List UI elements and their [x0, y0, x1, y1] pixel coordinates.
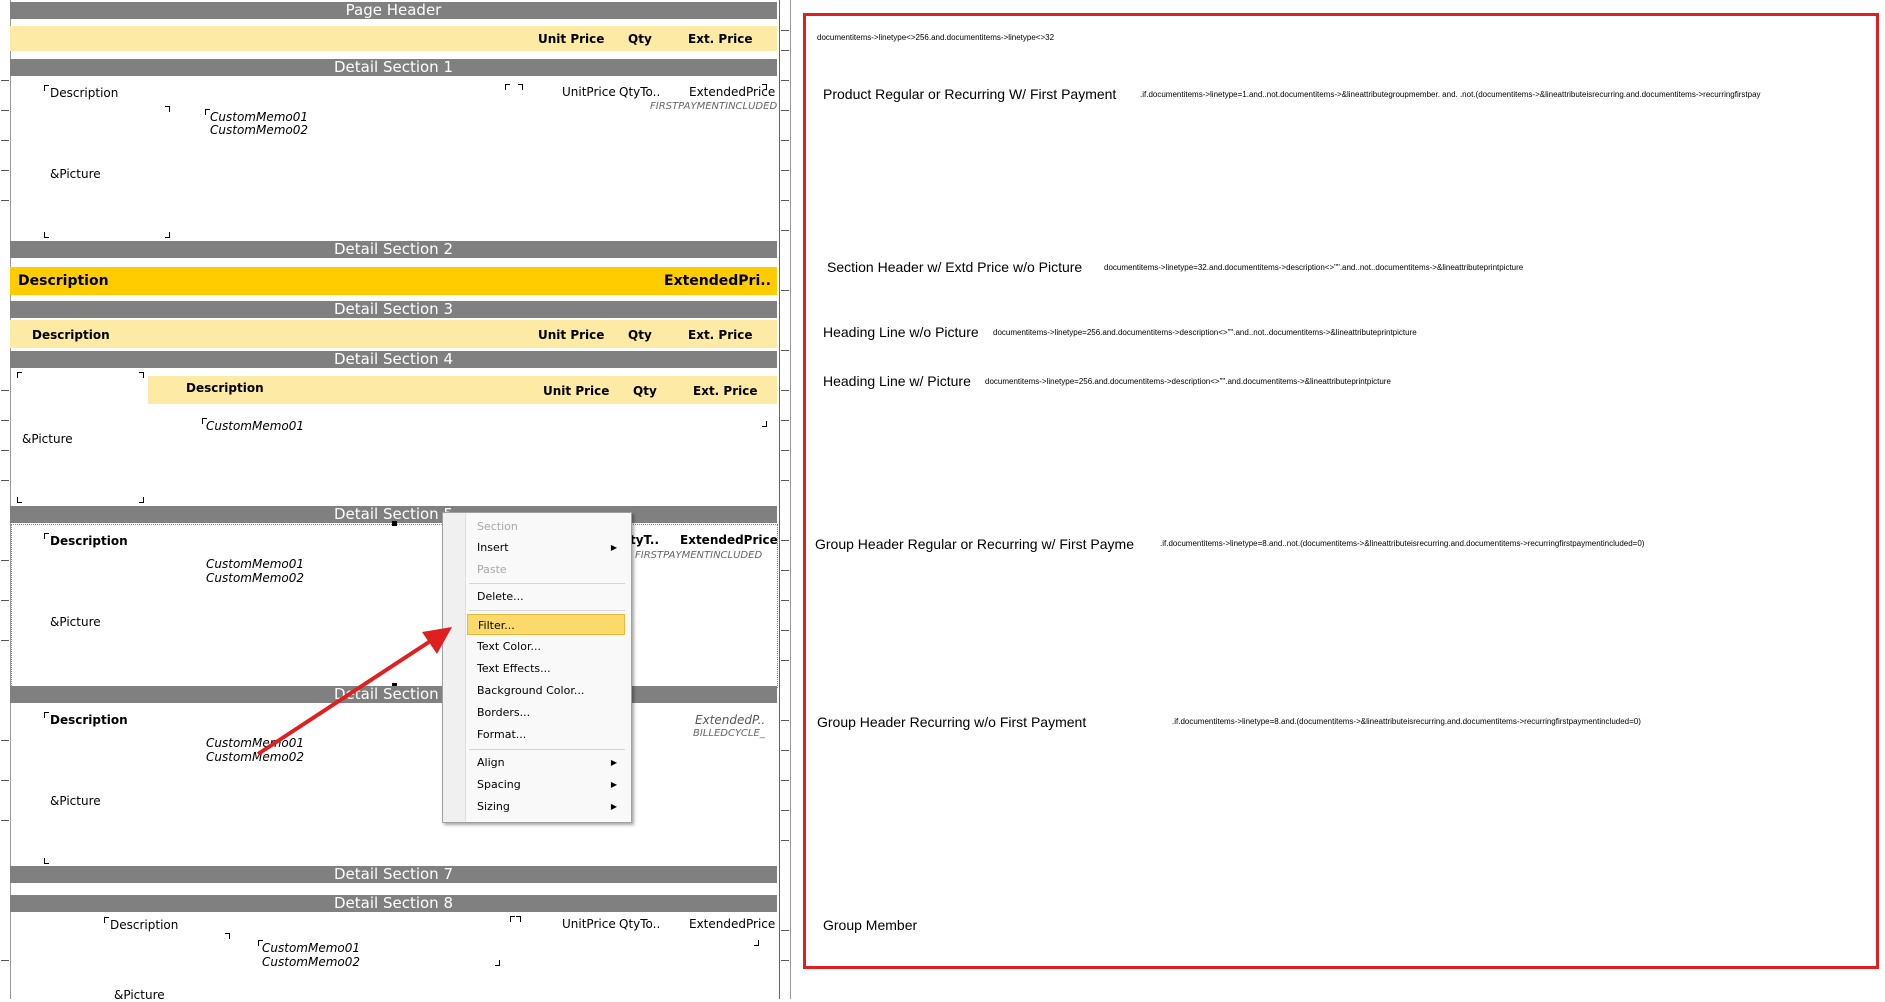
condition-label-detail1: Product Regular or Recurring W/ First Pa… — [823, 86, 1117, 102]
condition-expr-detail1: .if.documentitems->linetype=1.and..not.d… — [1140, 90, 1761, 99]
condition-expr-detail4: documentitems->linetype=256.and.document… — [985, 377, 1391, 386]
section-conditions-panel — [803, 13, 1879, 969]
condition-label-detail5: Group Header Regular or Recurring w/ Fir… — [815, 536, 1135, 552]
condition-label-detail8: Group Member — [823, 917, 918, 933]
condition-expr-detail3: documentitems->linetype=256.and.document… — [993, 328, 1417, 337]
condition-page-header: documentitems->linetype<>256.and.documen… — [817, 33, 1055, 42]
condition-label-detail6: Group Header Recurring w/o First Payment — [817, 714, 1087, 730]
condition-expr-detail6: .if.documentitems->linetype=8.and.(docum… — [1172, 717, 1641, 726]
condition-label-detail4: Heading Line w/ Picture — [823, 373, 971, 389]
condition-label-detail2: Section Header w/ Extd Price w/o Picture — [827, 259, 1083, 275]
condition-expr-detail2: documentitems->linetype=32.and.documenti… — [1104, 263, 1524, 272]
condition-label-detail3: Heading Line w/o Picture — [823, 324, 979, 340]
condition-expr-detail5: .if.documentitems->linetype=8.and..not.(… — [1160, 539, 1645, 548]
